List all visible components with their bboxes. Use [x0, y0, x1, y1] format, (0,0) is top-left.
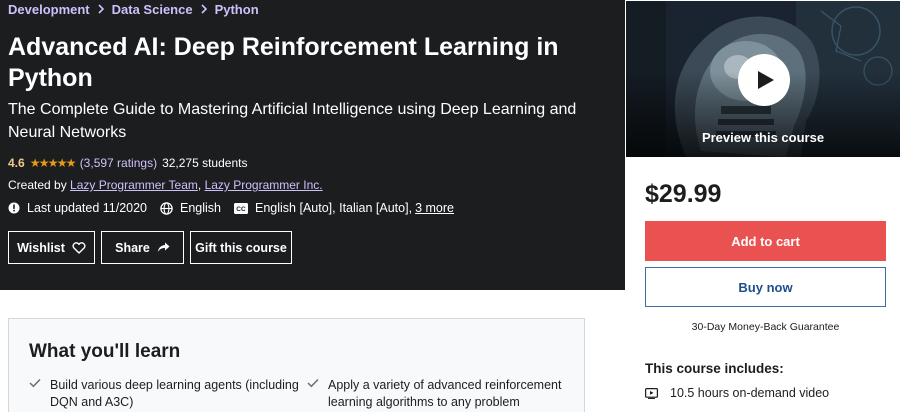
- course-title: Advanced AI: Deep Reinforcement Learning…: [8, 33, 559, 92]
- hero-actions: Wishlist Share Gift this course: [8, 231, 292, 264]
- star-icon: ★: [29, 156, 41, 170]
- play-button[interactable]: [738, 54, 790, 106]
- rating-row: 4.6 ★ ★ ★ ★ ★ (3,597 ratings) 32,275 stu…: [8, 155, 247, 171]
- breadcrumb: Development Data Science Python: [8, 1, 259, 17]
- more-captions-link[interactable]: 3 more: [415, 201, 454, 215]
- course-captions: CC English [Auto], Italian [Auto], 3 mor…: [234, 201, 454, 215]
- gift-course-button[interactable]: Gift this course: [190, 231, 292, 264]
- share-button[interactable]: Share: [101, 231, 184, 264]
- ratings-count-link[interactable]: (3,597 ratings): [80, 156, 157, 170]
- course-language: English: [160, 201, 221, 215]
- rating-value: 4.6: [8, 156, 25, 170]
- svg-text:CC: CC: [236, 206, 246, 213]
- course-meta-row: Last updated 11/2020 English CC English …: [8, 200, 467, 216]
- share-arrow-icon: [157, 242, 170, 253]
- course-subtitle: The Complete Guide to Mastering Artifici…: [8, 101, 577, 141]
- alert-badge-icon: [8, 202, 20, 214]
- heart-icon: [72, 241, 86, 254]
- video-icon: [645, 387, 658, 399]
- learn-item: Build various deep learning agents (incl…: [29, 377, 299, 411]
- share-label: Share: [115, 240, 150, 255]
- play-icon: [757, 70, 775, 90]
- breadcrumb-data-science[interactable]: Data Science: [112, 2, 193, 17]
- rating-stars: ★ ★ ★ ★ ★: [29, 156, 77, 170]
- includes-title: This course includes:: [645, 361, 784, 376]
- learn-item-text: Apply a variety of advanced reinforcemen…: [328, 378, 562, 409]
- breadcrumb-development[interactable]: Development: [8, 2, 90, 17]
- created-by-label: Created by: [8, 178, 71, 192]
- course-preview[interactable]: Preview this course: [626, 1, 900, 157]
- students-count: 32,275 students: [162, 156, 248, 170]
- course-price: $29.99: [645, 180, 722, 208]
- learn-item-text: Build various deep learning agents (incl…: [50, 378, 299, 409]
- last-updated-text: Last updated 11/2020: [27, 201, 148, 215]
- instructor-link[interactable]: Lazy Programmer Team: [70, 178, 198, 192]
- includes-item-text: 10.5 hours on-demand video: [670, 386, 830, 400]
- star-half-icon: ★: [65, 156, 77, 170]
- buy-now-button[interactable]: Buy now: [645, 267, 886, 307]
- add-to-cart-button[interactable]: Add to cart: [645, 221, 886, 261]
- includes-item: 10.5 hours on-demand video: [645, 386, 829, 400]
- captions-text: English [Auto], Italian [Auto],: [255, 201, 413, 215]
- check-icon: [29, 377, 41, 411]
- star-icon: ★: [38, 156, 50, 170]
- gift-label: Gift this course: [195, 240, 287, 255]
- check-icon: [307, 377, 319, 411]
- preview-label: Preview this course: [701, 130, 825, 145]
- breadcrumb-python[interactable]: Python: [215, 2, 259, 17]
- learn-title: What you'll learn: [29, 341, 181, 362]
- globe-icon: [160, 201, 173, 215]
- wishlist-button[interactable]: Wishlist: [8, 231, 95, 264]
- star-icon: ★: [47, 156, 59, 170]
- closed-captions-icon: CC: [234, 202, 249, 214]
- language-text: English: [180, 201, 222, 215]
- chevron-right-icon: [200, 4, 208, 14]
- chevron-right-icon: [97, 4, 105, 14]
- learn-item: Apply a variety of advanced reinforcemen…: [307, 377, 572, 411]
- instructor-link[interactable]: Lazy Programmer Inc.: [205, 178, 323, 192]
- wishlist-label: Wishlist: [17, 240, 65, 255]
- what-youll-learn: What you'll learn Build various deep lea…: [8, 318, 585, 412]
- star-icon: ★: [56, 156, 68, 170]
- money-back-guarantee: 30-Day Money-Back Guarantee: [691, 321, 840, 333]
- last-updated: Last updated 11/2020: [8, 201, 147, 215]
- created-by-row: Created by Lazy Programmer Team, Lazy Pr…: [8, 178, 323, 192]
